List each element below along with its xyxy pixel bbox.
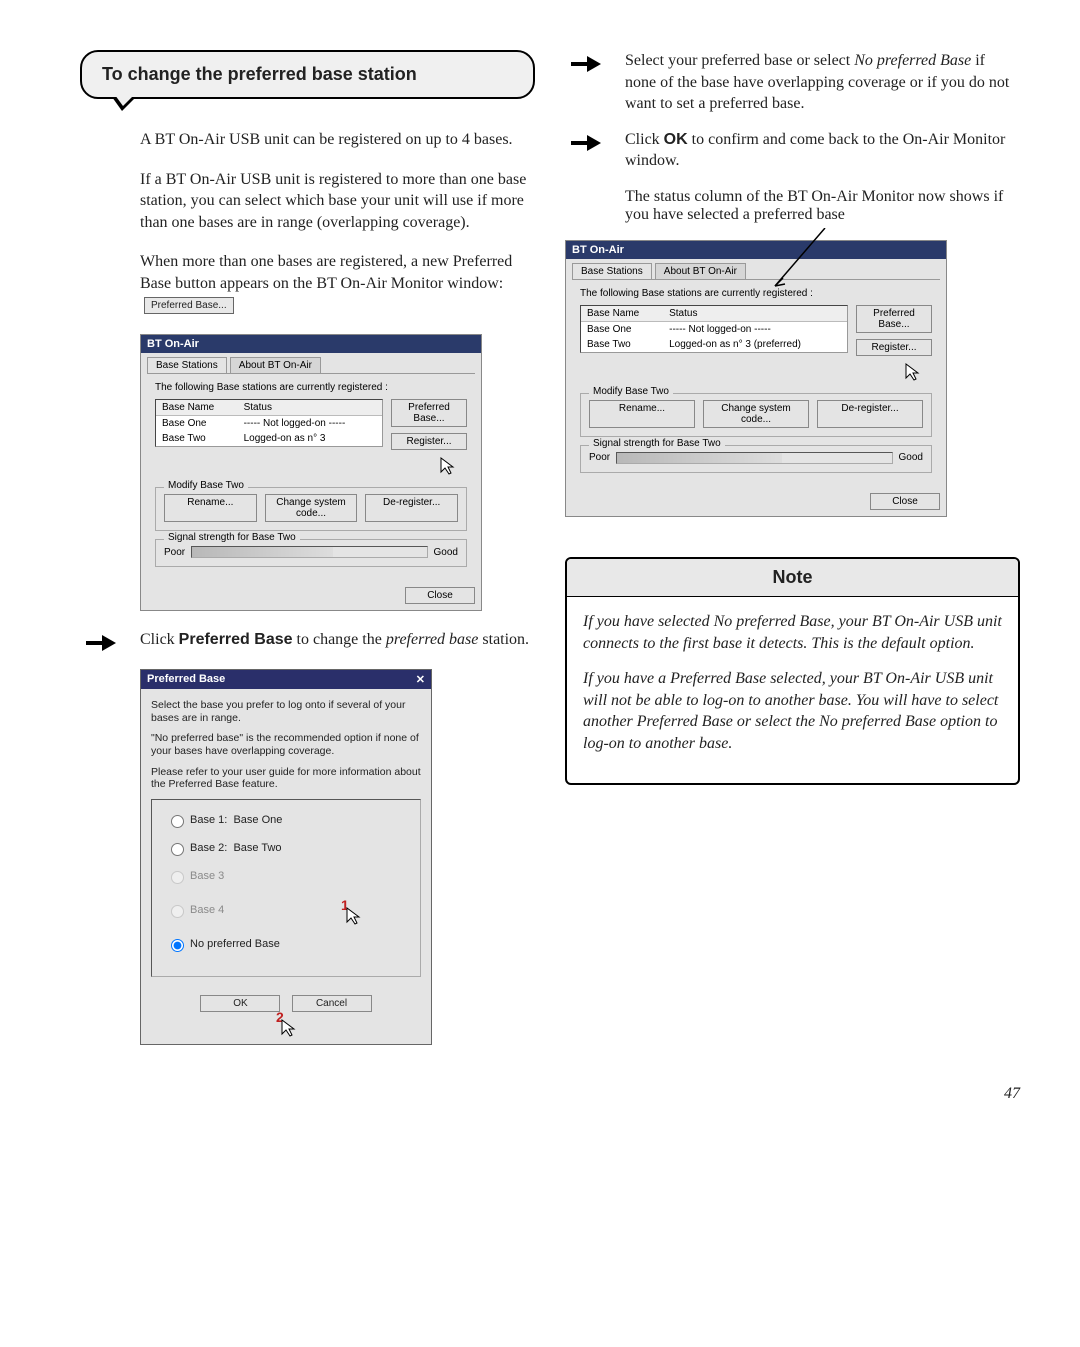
group-modify-legend: Modify Base Two [589, 386, 673, 397]
column-header: Status [238, 400, 382, 416]
group-modify-legend: Modify Base Two [164, 480, 248, 491]
label-poor: Poor [164, 547, 185, 558]
label-good: Good [899, 452, 923, 463]
paragraph: A BT On-Air USB unit can be registered o… [140, 129, 535, 151]
change-code-button[interactable]: Change system code... [265, 494, 358, 522]
callout-title: To change the preferred base station [80, 50, 535, 99]
paragraph: If a BT On-Air USB unit is registered to… [140, 169, 535, 234]
deregister-button[interactable]: De-register... [365, 494, 458, 522]
bt-onair-window-1: BT On-Air Base Stations About BT On-Air … [140, 334, 482, 611]
dialog-text: Please refer to your user guide for more… [151, 766, 421, 791]
signal-strength-bar [191, 546, 427, 558]
step-text: Click Preferred Base to change the prefe… [140, 629, 529, 651]
note-box: Note If you have selected No preferred B… [565, 557, 1020, 785]
window-title: BT On-Air [566, 241, 946, 259]
note-paragraph: If you have selected No preferred Base, … [583, 611, 1002, 654]
arrow-bullet-icon [565, 50, 625, 76]
base-list[interactable]: Base Name Status Base One ----- Not logg… [580, 305, 848, 353]
page-number: 47 [0, 1075, 1080, 1123]
callout-text: To change the preferred base station [102, 64, 417, 84]
dialog-text: "No preferred base" is the recommended o… [151, 732, 421, 757]
window-title: BT On-Air [141, 335, 481, 353]
step-text: Select your preferred base or select No … [625, 50, 1020, 115]
column-header: Status [663, 306, 847, 322]
close-icon[interactable]: ✕ [416, 673, 425, 686]
group-signal-legend: Signal strength for Base Two [589, 438, 725, 449]
radio-no-preferred[interactable]: No preferred Base [166, 936, 406, 952]
tab-about[interactable]: About BT On-Air [230, 357, 321, 373]
close-button[interactable]: Close [405, 587, 475, 604]
paragraph: The status column of the BT On-Air Monit… [625, 188, 1020, 224]
dialog-title: Preferred Base [147, 673, 225, 686]
note-paragraph: If you have a Preferred Base selected, y… [583, 668, 1002, 754]
label-poor: Poor [589, 452, 610, 463]
tab-base-stations[interactable]: Base Stations [147, 357, 227, 373]
column-header: Base Name [581, 306, 663, 322]
tab-base-stations[interactable]: Base Stations [572, 263, 652, 279]
table-row[interactable]: Base Two Logged-on as n° 3 [156, 431, 382, 446]
table-row[interactable]: Base One ----- Not logged-on ----- [156, 416, 382, 432]
rename-button[interactable]: Rename... [164, 494, 257, 522]
radio-base-4: Base 4 1 [166, 896, 406, 924]
table-row[interactable]: Base Two Logged-on as n° 3 (preferred) [581, 337, 847, 352]
close-button[interactable]: Close [870, 493, 940, 510]
preferred-base-inline-button[interactable]: Preferred Base... [144, 297, 234, 314]
column-header: Base Name [156, 400, 238, 416]
cursor-1-icon: 1 [337, 896, 365, 924]
base-list[interactable]: Base Name Status Base One ----- Not logg… [155, 399, 383, 447]
preferred-base-dialog: Preferred Base ✕ Select the base you pre… [140, 669, 432, 1045]
table-row[interactable]: Base One ----- Not logged-on ----- [581, 321, 847, 337]
cursor-icon [391, 456, 467, 479]
step-text: Click OK to confirm and come back to the… [625, 129, 1020, 172]
preferred-base-button[interactable]: Preferred Base... [856, 305, 932, 333]
radio-base-1[interactable]: Base 1: Base One [166, 812, 406, 828]
note-title: Note [567, 559, 1018, 597]
callout-tail-icon [112, 97, 136, 111]
paragraph: When more than one bases are registered,… [140, 251, 535, 316]
dialog-text: Select the base you prefer to log onto i… [151, 699, 421, 724]
arrow-bullet-icon [565, 129, 625, 155]
cursor-icon [856, 362, 932, 385]
register-button[interactable]: Register... [391, 433, 467, 450]
group-signal-legend: Signal strength for Base Two [164, 532, 300, 543]
window-intro: The following Base stations are currentl… [580, 288, 932, 299]
signal-strength-bar [616, 452, 892, 464]
preferred-base-button[interactable]: Preferred Base... [391, 399, 467, 427]
deregister-button[interactable]: De-register... [817, 400, 923, 428]
ok-button[interactable]: OK [200, 995, 280, 1012]
window-intro: The following Base stations are currentl… [155, 382, 467, 393]
cursor-2-icon: 2 [272, 1008, 300, 1036]
bt-onair-window-2: BT On-Air Base Stations About BT On-Air … [565, 240, 947, 517]
rename-button[interactable]: Rename... [589, 400, 695, 428]
tab-about[interactable]: About BT On-Air [655, 263, 746, 279]
register-button[interactable]: Register... [856, 339, 932, 356]
change-code-button[interactable]: Change system code... [703, 400, 809, 428]
radio-base-2[interactable]: Base 2: Base Two [166, 840, 406, 856]
label-good: Good [434, 547, 458, 558]
radio-base-3: Base 3 [166, 868, 406, 884]
arrow-bullet-icon [80, 629, 140, 655]
